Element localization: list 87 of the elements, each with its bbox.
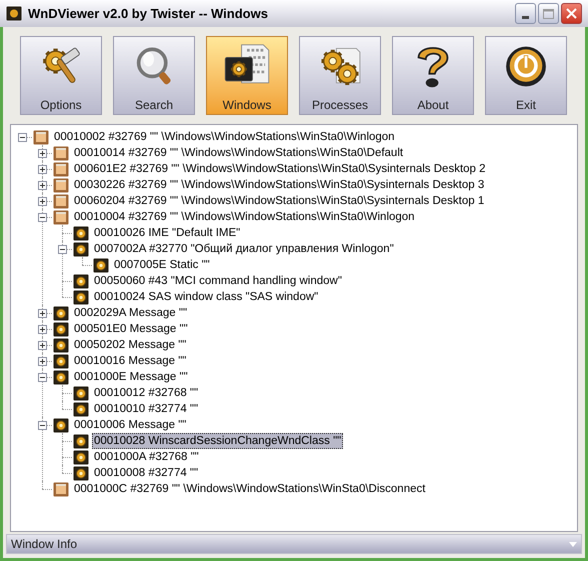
toolbar-button[interactable]: Options xyxy=(20,36,102,115)
plus-icon xyxy=(40,327,45,332)
gear-window-icon xyxy=(73,402,89,416)
minus-icon xyxy=(60,247,65,252)
expand-button[interactable] xyxy=(38,165,47,174)
expand-button[interactable] xyxy=(38,357,47,366)
gear-window-icon xyxy=(53,354,69,368)
toolbar-button[interactable]: Windows xyxy=(206,36,288,115)
toolbar-button[interactable]: Exit xyxy=(485,36,567,115)
tree-item[interactable]: 00010004 #32769 "" \Windows\WindowStations\WinSta0\Winlogon xyxy=(72,209,417,225)
tree-item[interactable]: 00010028 WinscardSessionChangeWndClass "" xyxy=(92,433,344,449)
tree-item[interactable]: 00010026 IME "Default IME" xyxy=(92,225,242,241)
plus-icon xyxy=(40,311,45,316)
plus-icon xyxy=(40,343,45,348)
expand-button[interactable] xyxy=(38,309,47,318)
tree-item[interactable]: 00010008 #32774 "" xyxy=(92,465,200,481)
gear-window-icon xyxy=(53,322,69,336)
plus-icon xyxy=(40,167,45,172)
close-button[interactable] xyxy=(561,3,582,24)
gear-window-icon xyxy=(53,418,69,432)
minimize-icon xyxy=(522,16,529,19)
desktop-icon xyxy=(53,210,69,224)
gear-window-icon xyxy=(73,466,89,480)
gear-window-icon xyxy=(53,370,69,384)
plus-icon xyxy=(40,183,45,188)
minimize-button[interactable] xyxy=(515,3,536,24)
desktop-icon xyxy=(53,162,69,176)
gear-window-icon xyxy=(73,242,89,256)
tree-item[interactable]: 0001000A #32768 "" xyxy=(92,449,201,465)
plus-icon xyxy=(40,151,45,156)
gear-window-icon xyxy=(73,450,89,464)
desktop-icon xyxy=(53,194,69,208)
tree-item[interactable]: 0002029A Message "" xyxy=(72,305,190,321)
tree-item[interactable]: 00010002 #32769 "" \Windows\WindowStations\WinSta0\Winlogon xyxy=(52,129,397,145)
expand-button[interactable] xyxy=(38,197,47,206)
plus-icon xyxy=(40,199,45,204)
collapse-button[interactable] xyxy=(18,133,27,142)
gear-window-icon xyxy=(73,434,89,448)
app-icon xyxy=(6,6,22,21)
tree-item[interactable]: 00010010 #32774 "" xyxy=(92,401,200,417)
plus-icon xyxy=(40,359,45,364)
tree-item[interactable]: 00010012 #32768 "" xyxy=(92,385,200,401)
tree-item[interactable]: 00060204 #32769 "" \Windows\WindowStations\WinSta0\Sysinternals Desktop 1 xyxy=(72,193,486,209)
tree-item[interactable]: 00010006 Message "" xyxy=(72,417,188,433)
toolbar-button[interactable]: About xyxy=(392,36,474,115)
desktop-icon xyxy=(53,482,69,496)
expand-button[interactable] xyxy=(38,181,47,190)
toolbar-button[interactable]: Search xyxy=(113,36,195,115)
collapse-button[interactable] xyxy=(58,245,67,254)
collapse-button[interactable] xyxy=(38,373,47,382)
desktop-icon xyxy=(53,146,69,160)
gear-window-icon xyxy=(53,338,69,352)
tree-item[interactable]: 00050202 Message "" xyxy=(72,337,188,353)
window-title: WnDViewer v2.0 by Twister -- Windows xyxy=(28,4,268,23)
tree-item[interactable]: 0001000C #32769 "" \Windows\WindowStations\WinSta0\Disconnect xyxy=(72,481,428,497)
minus-icon xyxy=(40,423,45,428)
tree-item[interactable]: 00010014 #32769 "" \Windows\WindowStations\WinSta0\Default xyxy=(72,145,406,161)
expand-button[interactable] xyxy=(38,325,47,334)
tree-item[interactable]: 000601E2 #32769 "" \Windows\WindowStations\WinSta0\Sysinternals Desktop 2 xyxy=(72,161,488,177)
desktop-icon xyxy=(33,130,49,144)
tree-item[interactable]: 00050060 #43 "MCI command handling window" xyxy=(92,273,344,289)
status-text: Window Info xyxy=(11,536,78,553)
gear-window-icon xyxy=(73,386,89,400)
tree-item[interactable]: 0001000E Message "" xyxy=(72,369,190,385)
collapse-button[interactable] xyxy=(38,421,47,430)
tree-item[interactable]: 0007002A #32770 "Общий диалог управления Winlogon" xyxy=(92,241,396,257)
collapse-button[interactable] xyxy=(38,213,47,222)
desktop-icon xyxy=(53,178,69,192)
toolbar-button[interactable]: Processes xyxy=(299,36,381,115)
tree-item[interactable]: 00030226 #32769 "" \Windows\WindowStations\WinSta0\Sysinternals Desktop 3 xyxy=(72,177,486,193)
minus-icon xyxy=(40,215,45,220)
maximize-icon xyxy=(543,8,554,18)
dropdown-arrow-icon xyxy=(569,542,577,546)
gear-window-icon xyxy=(93,258,109,272)
tree-item[interactable]: 00010016 Message "" xyxy=(72,353,188,369)
gear-window-icon xyxy=(73,226,89,240)
expand-button[interactable] xyxy=(38,149,47,158)
minus-icon xyxy=(40,375,45,380)
close-icon xyxy=(566,8,577,19)
expand-button[interactable] xyxy=(38,341,47,350)
tree-item[interactable]: 0007005E Static "" xyxy=(112,257,212,273)
tree-item[interactable]: 000501E0 Message "" xyxy=(72,321,190,337)
gear-window-icon xyxy=(73,290,89,304)
minus-icon xyxy=(20,135,25,140)
gear-window-icon xyxy=(53,306,69,320)
gear-window-icon xyxy=(73,274,89,288)
tree-item[interactable]: 00010024 SAS window class "SAS window" xyxy=(92,289,320,305)
